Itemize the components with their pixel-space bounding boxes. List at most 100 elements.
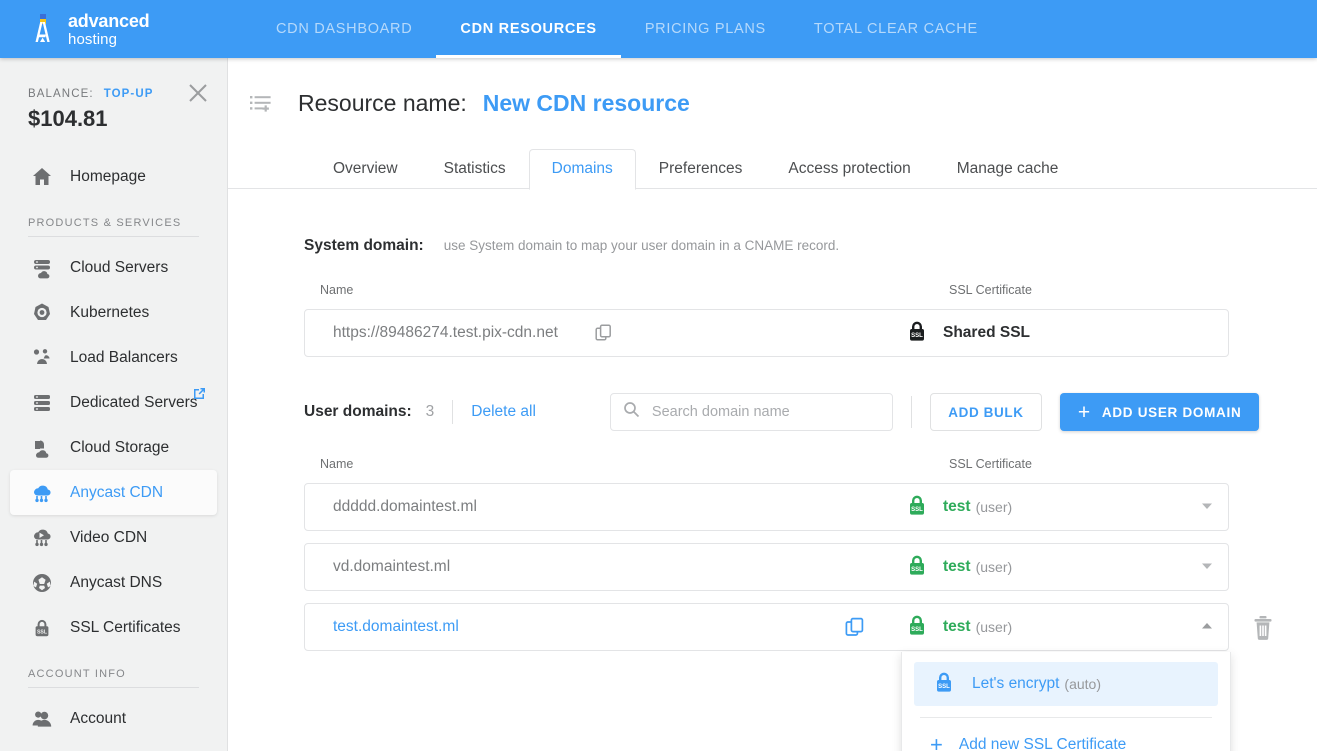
column-header-name: Name	[320, 283, 354, 297]
chevron-down-icon[interactable]	[1200, 498, 1214, 516]
user-domains-title: User domains:	[304, 403, 412, 420]
tab-domains[interactable]: Domains	[528, 149, 636, 190]
external-link-icon[interactable]	[192, 386, 207, 406]
home-icon	[28, 166, 56, 188]
table-row[interactable]: ddddd.domaintest.ml SSL test (user)	[304, 483, 1229, 531]
balance-amount: $104.81	[28, 106, 108, 131]
svg-text:SSL: SSL	[911, 507, 923, 513]
sidebar-item-label: Anycast CDN	[70, 483, 164, 501]
sidebar-item-account[interactable]: Account	[10, 696, 217, 741]
sidebar-item-partial[interactable]	[10, 741, 217, 751]
top-bar: advanced hosting CDN DASHBOARD CDN RESOU…	[0, 0, 1317, 58]
domains-panel: System domain: use System domain to map …	[228, 189, 1317, 751]
nav-pricing-plans[interactable]: PRICING PLANS	[621, 0, 790, 58]
column-header-ssl: SSL Certificate	[949, 283, 1032, 297]
primary-nav: CDN DASHBOARD CDN RESOURCES PRICING PLAN…	[252, 0, 1002, 58]
sidebar-item-video-cdn[interactable]: Video CDN	[10, 515, 217, 560]
page-title: Resource name:	[298, 90, 467, 116]
sidebar-item-label: Dedicated Servers	[70, 393, 198, 411]
sidebar-item-label: Account	[70, 709, 127, 727]
cert-name: test	[943, 618, 971, 635]
sidebar-item-load-balancers[interactable]: Load Balancers	[10, 335, 217, 380]
sidebar-group-account: ACCOUNT INFO	[28, 668, 199, 688]
table-row[interactable]: vd.domaintest.ml SSL test (user)	[304, 543, 1229, 591]
dropdown-option-scope: (auto)	[1064, 676, 1101, 692]
top-up-link[interactable]: TOP-UP	[104, 88, 154, 100]
sidebar-item-dedicated-servers[interactable]: Dedicated Servers	[10, 380, 217, 425]
toolbar-divider-2	[910, 396, 912, 428]
cert-scope: (user)	[975, 619, 1013, 635]
cert-name: test	[943, 558, 971, 575]
sidebar-item-label: Cloud Storage	[70, 438, 170, 456]
domain-name[interactable]: test.domaintest.ml	[305, 618, 459, 636]
sidebar-item-cloud-storage[interactable]: Cloud Storage	[10, 425, 217, 470]
cert-scope: (user)	[975, 499, 1013, 515]
add-new-ssl-certificate-button[interactable]: + Add new SSL Certificate	[902, 718, 1230, 751]
copy-icon[interactable]	[845, 617, 865, 637]
cert-scope: (user)	[975, 559, 1013, 575]
main-content: Resource name: New CDN resource Overview…	[228, 58, 1317, 751]
balance-label: BALANCE:	[28, 88, 94, 100]
close-icon[interactable]	[185, 80, 211, 106]
sidebar-account-list: Account	[0, 696, 227, 751]
ssl-lock-icon: SSL	[905, 318, 929, 349]
domain-name: vd.domaintest.ml	[333, 558, 451, 575]
table-row[interactable]: test.domaintest.ml SSL test (user) SSL L…	[304, 603, 1272, 751]
brand-wordmark: advanced hosting	[68, 10, 150, 47]
delete-all-button[interactable]: Delete all	[471, 403, 536, 421]
sidebar-item-label: Video CDN	[70, 528, 148, 546]
add-bulk-button[interactable]: ADD BULK	[929, 393, 1042, 431]
chevron-up-icon[interactable]	[1200, 618, 1214, 636]
nav-total-clear-cache[interactable]: TOTAL CLEAR CACHE	[790, 0, 1002, 58]
search-domain-box[interactable]	[609, 393, 893, 431]
chevron-down-icon[interactable]	[1200, 558, 1214, 576]
sidebar-item-kubernetes[interactable]: Kubernetes	[10, 290, 217, 335]
copy-icon[interactable]	[595, 324, 613, 342]
sidebar-item-label: Homepage	[70, 167, 146, 185]
sidebar-item-label: Anycast DNS	[70, 573, 163, 591]
tab-access-protection[interactable]: Access protection	[765, 149, 933, 189]
playlist-add-icon[interactable]	[248, 91, 274, 117]
ssl-lock-icon-green: SSL	[905, 552, 929, 583]
domain-name: ddddd.domaintest.ml	[333, 498, 477, 515]
brand-logo[interactable]: advanced hosting	[0, 0, 228, 58]
ssl-lock-icon-green: SSL	[905, 612, 929, 643]
cloud-servers-icon	[28, 257, 56, 279]
system-domain-hint: use System domain to map your user domai…	[443, 238, 840, 253]
brand-line-1: advanced	[68, 10, 150, 31]
sidebar-item-anycast-dns[interactable]: Anycast DNS	[10, 560, 217, 605]
tab-overview[interactable]: Overview	[310, 149, 421, 189]
tab-statistics[interactable]: Statistics	[421, 149, 529, 189]
sidebar-item-homepage[interactable]: Homepage	[10, 154, 217, 199]
ssl-lock-icon: SSL	[28, 617, 56, 639]
row-certificate[interactable]: SSL test (user)	[905, 612, 1012, 643]
resource-header: Resource name: New CDN resource	[228, 58, 1317, 117]
sidebar-item-cloud-servers[interactable]: Cloud Servers	[10, 245, 217, 290]
anycast-cdn-icon	[28, 482, 56, 504]
sidebar-item-label: Kubernetes	[70, 303, 150, 321]
system-domain-header: System domain: use System domain to map …	[304, 237, 1317, 255]
add-user-domain-button[interactable]: + ADD USER DOMAIN	[1059, 393, 1260, 431]
trash-icon[interactable]	[1250, 614, 1276, 647]
system-domain-title: System domain:	[304, 237, 424, 254]
nav-cdn-resources[interactable]: CDN RESOURCES	[436, 0, 622, 58]
video-cdn-icon	[28, 527, 56, 549]
plus-icon: +	[1077, 400, 1091, 424]
user-domains-toolbar: User domains: 3 Delete all ADD BULK + AD…	[304, 393, 1317, 431]
user-domains-count: 3	[425, 403, 435, 420]
ssl-lock-icon-green: SSL	[905, 492, 929, 523]
dropdown-option-lets-encrypt[interactable]: SSL Let's encrypt (auto)	[914, 662, 1218, 706]
tab-preferences[interactable]: Preferences	[636, 149, 766, 189]
search-input[interactable]	[649, 403, 880, 421]
resource-name-value[interactable]: New CDN resource	[483, 90, 690, 117]
nav-cdn-dashboard[interactable]: CDN DASHBOARD	[252, 0, 436, 58]
load-balancers-icon	[28, 347, 56, 369]
svg-text:SSL: SSL	[911, 333, 923, 339]
sidebar-item-label: SSL Certificates	[70, 618, 181, 636]
system-domain-certificate: SSL Shared SSL	[905, 318, 1030, 349]
sidebar-item-anycast-cdn[interactable]: Anycast CDN	[10, 470, 217, 515]
svg-text:SSL: SSL	[911, 567, 923, 573]
tab-manage-cache[interactable]: Manage cache	[934, 149, 1082, 189]
sidebar-item-ssl-certificates[interactable]: SSL SSL Certificates	[10, 605, 217, 650]
column-header-ssl: SSL Certificate	[949, 457, 1032, 471]
